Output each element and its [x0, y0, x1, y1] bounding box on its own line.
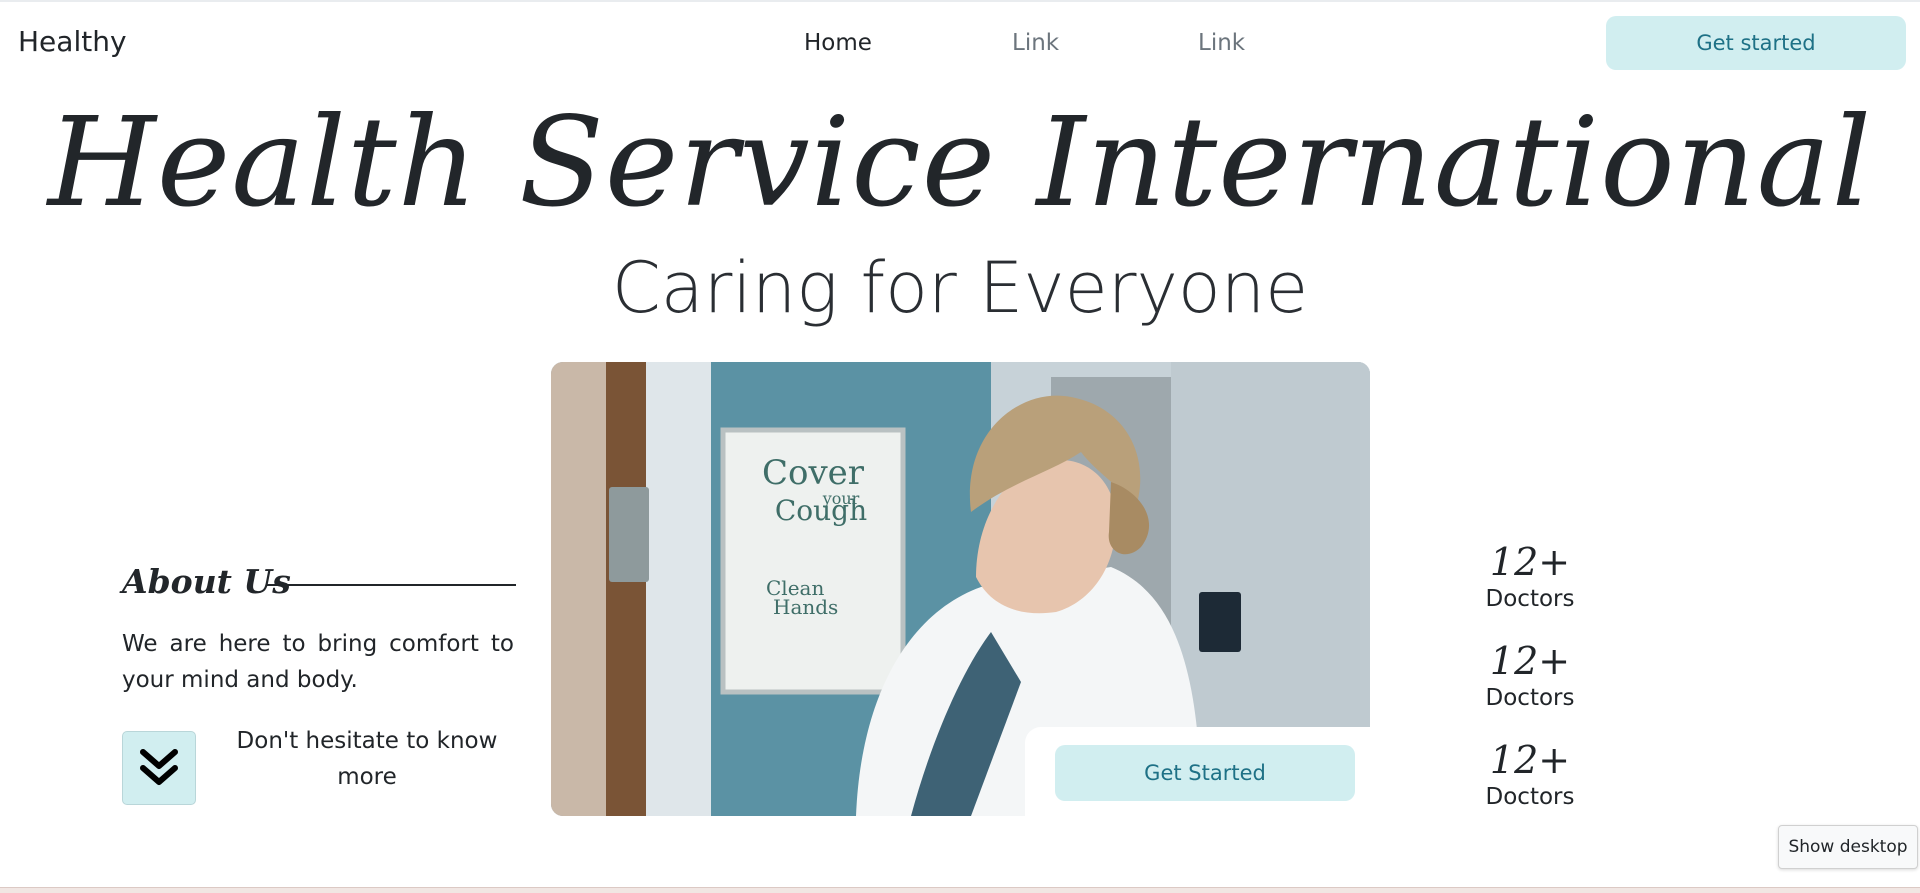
poster-text-3: Cough	[775, 494, 867, 527]
bottom-border	[0, 887, 1920, 893]
poster-text-5: Hands	[773, 595, 838, 619]
nav-link-1[interactable]: Link	[1012, 30, 1059, 56]
stat-value: 12+	[1489, 639, 1571, 683]
about-text: We are here to bring comfort to your min…	[122, 631, 514, 693]
about-title: About Us	[122, 562, 291, 601]
hero-title: Health Service International	[47, 91, 1873, 235]
photo-get-started-button[interactable]: Get Started	[1055, 745, 1355, 801]
stat-value: 12+	[1489, 738, 1571, 782]
scroll-down-button[interactable]	[122, 731, 196, 805]
stat-item: 12+ Doctors	[1470, 639, 1590, 713]
stat-item: 12+ Doctors	[1470, 738, 1590, 812]
stat-value: 12+	[1489, 540, 1571, 584]
hero-subtitle: Caring for Everyone	[611, 247, 1309, 329]
top-border	[0, 0, 1920, 2]
poster-text-1: Cover	[762, 453, 865, 493]
stat-item: 12+ Doctors	[1470, 540, 1590, 614]
show-desktop-button[interactable]: Show desktop	[1778, 825, 1918, 869]
stat-label: Doctors	[1485, 685, 1575, 711]
nav-link-2[interactable]: Link	[1198, 30, 1245, 56]
stat-label: Doctors	[1485, 586, 1575, 612]
get-started-button[interactable]: Get started	[1606, 16, 1906, 70]
know-more-text: Don't hesitate to know more	[236, 728, 498, 790]
nav-link-home[interactable]: Home	[804, 30, 872, 56]
stat-label: Doctors	[1485, 784, 1575, 810]
double-chevron-down-icon	[140, 749, 178, 785]
about-divider	[266, 584, 516, 586]
